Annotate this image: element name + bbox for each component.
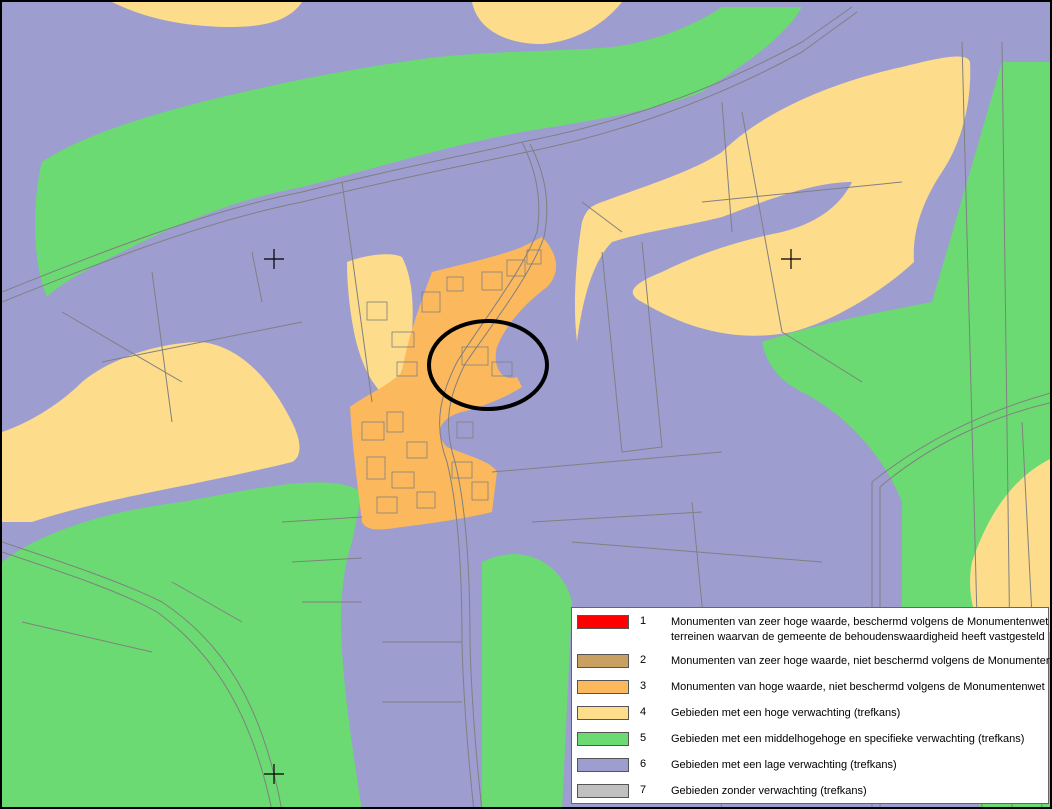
legend-label: Gebieden met een lage verwachting (trefk… bbox=[671, 759, 897, 771]
legend-swatch bbox=[577, 706, 629, 720]
legend-swatch bbox=[577, 615, 629, 629]
legend-number: 1 bbox=[640, 615, 647, 627]
legend-swatch bbox=[577, 654, 629, 668]
legend-label: Monumenten van zeer hoge waarde, niet be… bbox=[671, 655, 1052, 667]
legend-swatch bbox=[577, 758, 629, 772]
legend-label: Gebieden met een hoge verwachting (trefk… bbox=[671, 707, 901, 719]
legend-label: Monumenten van hoge waarde, niet bescher… bbox=[671, 681, 1045, 693]
legend-swatch bbox=[577, 784, 629, 798]
area-green-south-center bbox=[482, 554, 572, 807]
legend-label: Gebieden met een middelhogehoge en speci… bbox=[671, 733, 1025, 745]
legend-number: 7 bbox=[640, 784, 647, 796]
legend-label-line2: terreinen waarvan de gemeente de behoude… bbox=[671, 631, 1045, 643]
legend-label: Gebieden zonder verwachting (trefkans) bbox=[671, 785, 867, 797]
archaeology-map: 1 Monumenten van zeer hoge waarde, besch… bbox=[0, 0, 1052, 809]
legend-number: 6 bbox=[640, 758, 647, 770]
legend-number: 4 bbox=[640, 706, 647, 718]
legend-number: 3 bbox=[640, 680, 647, 692]
legend-swatch bbox=[577, 680, 629, 694]
legend-label: Monumenten van zeer hoge waarde, bescher… bbox=[671, 616, 1052, 628]
legend-swatch bbox=[577, 732, 629, 746]
legend-number: 5 bbox=[640, 732, 647, 744]
map-legend: 1 Monumenten van zeer hoge waarde, besch… bbox=[571, 607, 1052, 804]
legend-number: 2 bbox=[640, 654, 647, 666]
